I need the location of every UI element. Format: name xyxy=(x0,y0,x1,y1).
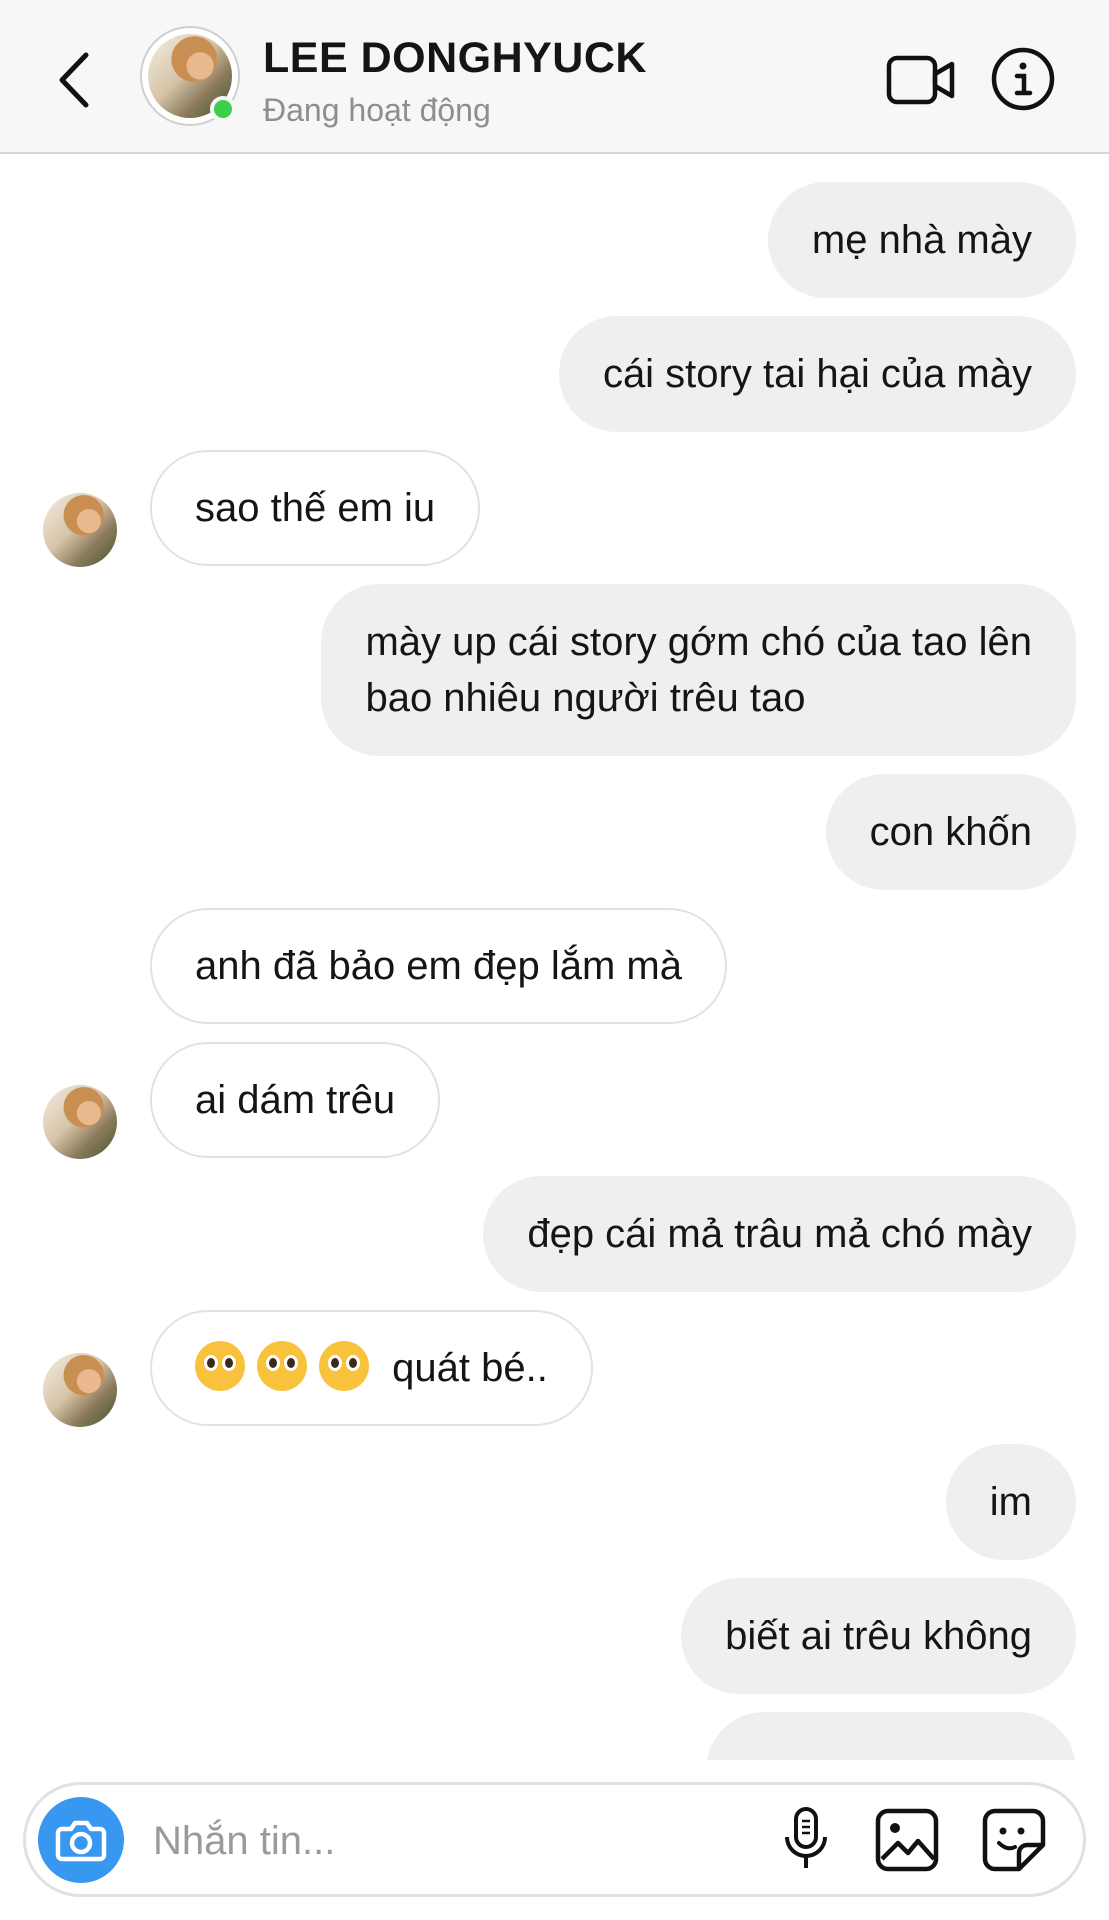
info-button[interactable] xyxy=(990,46,1056,112)
message-outgoing[interactable]: con khốn xyxy=(825,774,1076,890)
contact-avatar[interactable] xyxy=(140,26,240,126)
info-icon xyxy=(991,47,1055,111)
message-outgoing[interactable]: cái story tai hại của mày xyxy=(558,316,1076,432)
chat-header: LEE DONGHYUCK Đang hoạt động xyxy=(0,0,1109,154)
microphone-icon xyxy=(785,1807,827,1868)
contact-name[interactable]: LEE DONGHYUCK xyxy=(263,34,647,83)
message-outgoing-multiline[interactable]: mày up cái story gớm chó của tao lên bao… xyxy=(321,584,1076,756)
pleading-face-icon xyxy=(319,1341,369,1392)
contact-avatar-small[interactable] xyxy=(43,1353,117,1427)
message-input[interactable] xyxy=(151,1805,755,1877)
video-camera-icon xyxy=(886,55,955,105)
online-status-dot xyxy=(210,96,236,122)
message-outgoing[interactable]: mẹ nhà mày xyxy=(767,182,1076,298)
message-incoming[interactable]: sao thế em iu xyxy=(150,450,481,566)
contact-status: Đang hoạt động xyxy=(263,92,491,128)
sticker-button[interactable] xyxy=(981,1807,1047,1873)
message-outgoing[interactable]: đẹp cái mả trâu mả chó mày xyxy=(483,1176,1076,1292)
chevron-left-icon xyxy=(59,52,89,108)
gallery-icon xyxy=(875,1808,939,1872)
message-incoming-emoji[interactable]: quát bé.. xyxy=(150,1310,593,1426)
message-line: mày up cái story gớm chó của tao lên xyxy=(365,620,1032,664)
message-line: bao nhiêu người trêu tao xyxy=(365,676,806,720)
message-outgoing[interactable]: biết ai trêu không xyxy=(681,1578,1076,1694)
video-call-button[interactable] xyxy=(886,52,956,108)
message-composer xyxy=(23,1782,1086,1897)
message-outgoing-partial[interactable]: … xyxy=(706,1712,1076,1760)
message-thread[interactable]: mẹ nhà mày cái story tai hại của mày sao… xyxy=(0,156,1109,1760)
back-button[interactable] xyxy=(50,45,100,115)
pleading-face-icon xyxy=(257,1341,307,1392)
contact-avatar-small[interactable] xyxy=(43,493,117,567)
camera-icon xyxy=(55,1820,107,1862)
gallery-button[interactable] xyxy=(874,1807,940,1873)
message-outgoing[interactable]: im xyxy=(945,1444,1076,1560)
camera-button[interactable] xyxy=(38,1797,124,1883)
contact-avatar-small[interactable] xyxy=(43,1085,117,1159)
pleading-face-icon xyxy=(195,1341,245,1392)
message-text: quát bé.. xyxy=(392,1346,548,1390)
sticker-icon xyxy=(982,1808,1046,1872)
message-incoming[interactable]: ai dám trêu xyxy=(150,1042,441,1158)
message-incoming[interactable]: anh đã bảo em đẹp lắm mà xyxy=(150,908,727,1024)
voice-message-button[interactable] xyxy=(776,1805,836,1875)
